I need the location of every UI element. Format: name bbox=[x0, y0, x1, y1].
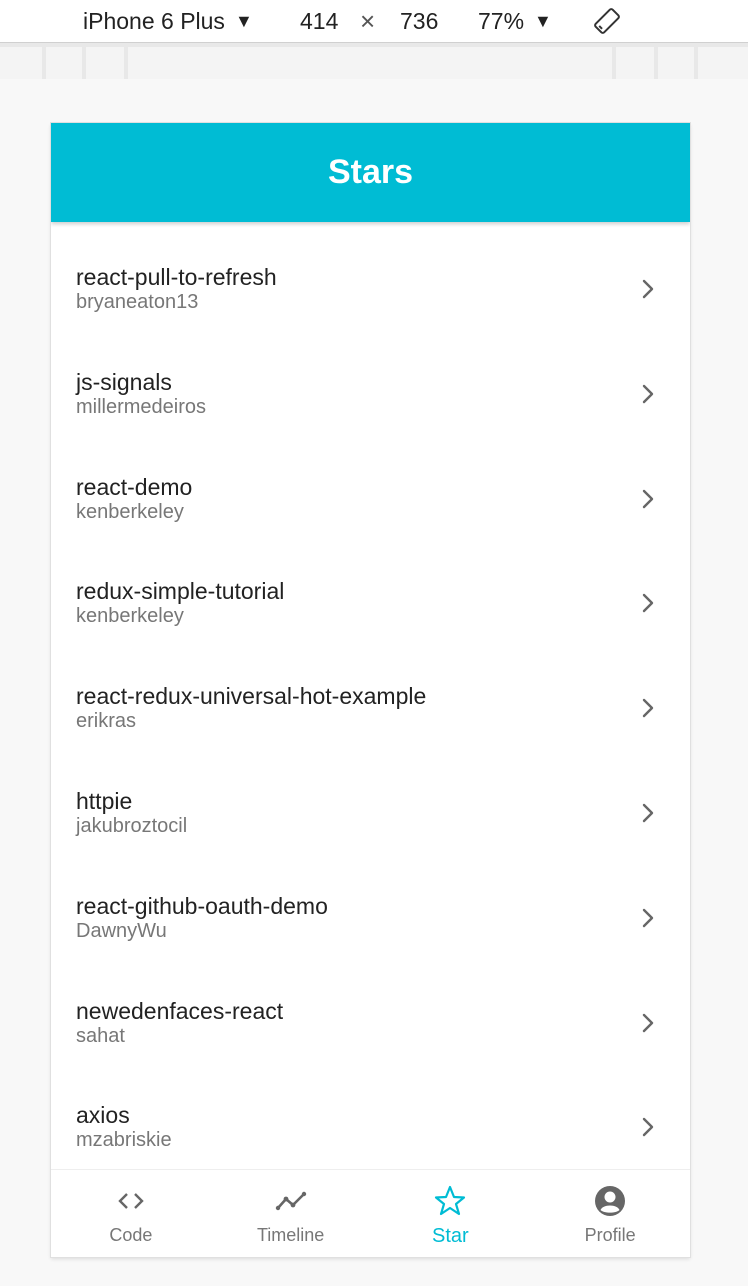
width-field[interactable]: 414 bbox=[300, 0, 338, 42]
list-item[interactable]: httpie jakubroztocil bbox=[51, 746, 690, 851]
repo-owner: bryaneaton13 bbox=[76, 291, 199, 313]
repo-name: redux-simple-tutorial bbox=[76, 578, 285, 605]
device-name: iPhone 6 Plus bbox=[83, 7, 225, 34]
nav-label: Star bbox=[432, 1225, 469, 1247]
list-item[interactable]: react-pull-to-refresh bryaneaton13 bbox=[51, 222, 690, 327]
timeline-icon bbox=[274, 1184, 308, 1223]
profile-icon bbox=[593, 1184, 627, 1223]
repo-name: axios bbox=[76, 1102, 130, 1129]
height-field[interactable]: 736 bbox=[400, 0, 438, 42]
chevron-right-icon bbox=[641, 383, 655, 405]
list-item[interactable]: react-demo kenberkeley bbox=[51, 432, 690, 537]
nav-label: Timeline bbox=[256, 1225, 325, 1245]
repo-owner: mzabriskie bbox=[76, 1129, 172, 1152]
nav-item-profile[interactable]: Profile bbox=[530, 1170, 690, 1257]
repo-name: newedenfaces-react bbox=[76, 997, 284, 1024]
app-bar: Stars bbox=[51, 123, 690, 222]
chevron-right-icon bbox=[641, 488, 655, 510]
repo-owner: millermedeiros bbox=[76, 395, 207, 418]
nav-label: Code bbox=[109, 1225, 153, 1245]
nav-item-timeline[interactable]: Timeline bbox=[211, 1170, 371, 1257]
chevron-right-icon bbox=[641, 1012, 655, 1034]
times-icon: × bbox=[360, 5, 376, 36]
list-item[interactable]: redux-simple-tutorial kenberkeley bbox=[51, 536, 690, 641]
list-item[interactable]: js-signals millermedeiros bbox=[51, 327, 690, 432]
repo-owner: jakubroztocil bbox=[76, 814, 188, 837]
bottom-navigation: Code Timeline Star Profile bbox=[51, 1169, 690, 1257]
rotate-icon[interactable] bbox=[592, 0, 622, 42]
list-item[interactable]: react-github-oauth-demo DawnyWu bbox=[51, 851, 690, 956]
chevron-right-icon bbox=[641, 592, 655, 614]
chevron-right-icon bbox=[641, 1116, 655, 1138]
dropdown-caret-icon: ▼ bbox=[234, 10, 253, 31]
nav-item-star[interactable]: Star bbox=[371, 1170, 531, 1257]
repo-name: js-signals bbox=[76, 368, 172, 395]
device-viewport: Stars react-pull-to-refresh bryaneaton13 j… bbox=[51, 123, 690, 1257]
code-icon bbox=[114, 1184, 148, 1223]
star-icon bbox=[433, 1184, 467, 1223]
page-title: Stars bbox=[327, 153, 414, 191]
device-select[interactable]: iPhone 6 Plus ▼ bbox=[83, 0, 253, 42]
chevron-right-icon bbox=[641, 697, 655, 719]
repo-list: react-pull-to-refresh bryaneaton13 js-sign… bbox=[51, 222, 690, 1170]
repo-name: react-pull-to-refresh bbox=[76, 264, 277, 290]
repo-name: react-github-oauth-demo bbox=[76, 892, 328, 919]
list-item[interactable]: react-redux-universal-hot-example erikras bbox=[51, 641, 690, 746]
dropdown-caret-icon: ▼ bbox=[534, 10, 552, 31]
chevron-right-icon bbox=[641, 802, 655, 824]
repo-owner: erikras bbox=[76, 710, 137, 733]
zoom-value: 77% bbox=[478, 7, 525, 34]
nav-item-code[interactable]: Code bbox=[51, 1170, 211, 1257]
media-query-ruler bbox=[0, 43, 748, 79]
list-item[interactable]: newedenfaces-react sahat bbox=[51, 956, 690, 1061]
repo-owner: kenberkeley bbox=[76, 500, 184, 523]
list-item[interactable]: axios mzabriskie bbox=[51, 1060, 690, 1165]
repo-owner: DawnyWu bbox=[76, 919, 167, 942]
repo-name: httpie bbox=[76, 787, 133, 814]
chevron-right-icon bbox=[641, 278, 655, 300]
zoom-select[interactable]: 77% ▼ bbox=[478, 0, 552, 42]
nav-label: Profile bbox=[584, 1225, 636, 1245]
repo-name: react-demo bbox=[76, 473, 193, 500]
repo-owner: kenberkeley bbox=[76, 605, 184, 628]
repo-owner: sahat bbox=[76, 1024, 125, 1047]
chevron-right-icon bbox=[641, 907, 655, 929]
devtools-toolbar: iPhone 6 Plus ▼ 414 × 736 77% ▼ bbox=[0, 0, 748, 43]
repo-name: react-redux-universal-hot-example bbox=[76, 683, 427, 710]
